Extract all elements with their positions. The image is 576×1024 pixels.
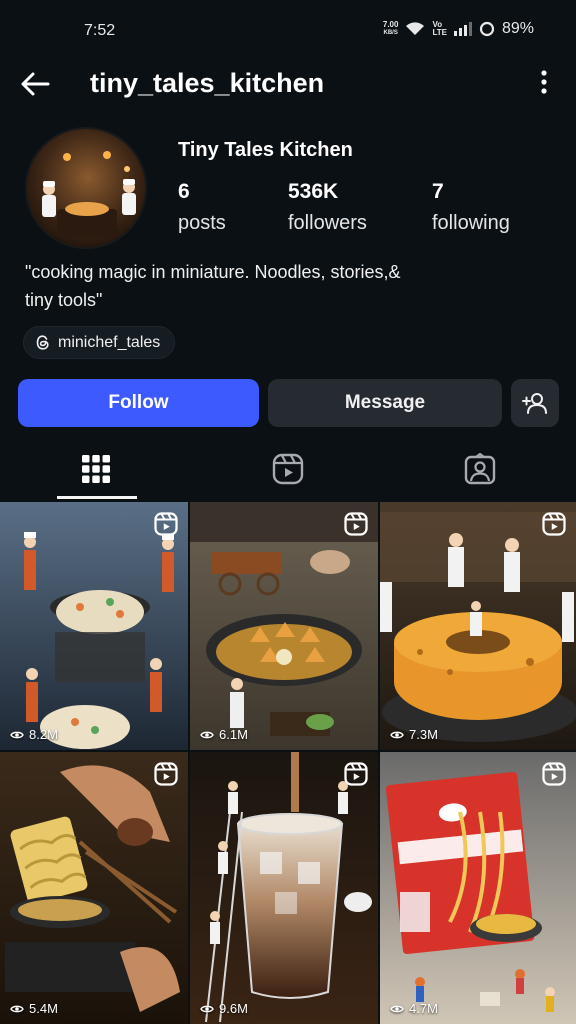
threads-link[interactable]: minichef_tales <box>23 326 176 359</box>
stat-followers-label: followers <box>288 212 367 234</box>
post-image <box>380 752 576 1024</box>
view-count: 4.7M <box>390 1001 438 1016</box>
view-count: 7.3M <box>390 727 438 742</box>
reels-icon <box>542 762 566 786</box>
profile-tabs <box>0 438 576 500</box>
tab-tagged[interactable] <box>384 438 576 500</box>
stat-posts-label: posts <box>178 212 226 234</box>
avatar[interactable] <box>25 127 147 249</box>
tab-posts[interactable] <box>0 438 192 500</box>
post-thumbnail[interactable]: 4.7M <box>380 752 576 1024</box>
status-icons: 7.00 KB/S Vo LTE 89% <box>383 20 534 38</box>
stat-posts-count: 6 <box>178 180 190 203</box>
bio-line: tiny tools" <box>25 290 103 310</box>
battery-icon <box>479 21 495 37</box>
profile-header: tiny_tales_kitchen <box>0 62 576 106</box>
view-count: 5.4M <box>10 1001 58 1016</box>
reels-icon <box>272 453 304 485</box>
post-image <box>0 752 188 1024</box>
post-image <box>190 752 378 1024</box>
threads-handle: minichef_tales <box>58 333 161 351</box>
back-arrow-icon[interactable] <box>18 68 54 100</box>
post-thumbnail[interactable]: 5.4M <box>0 752 188 1024</box>
bio: "cooking magic in miniature. Noodles, st… <box>25 258 545 314</box>
status-time: 7:52 <box>84 22 116 39</box>
active-tab-indicator <box>57 496 137 499</box>
eye-icon <box>390 1005 404 1012</box>
view-count: 9.6M <box>200 1001 248 1016</box>
display-name: Tiny Tales Kitchen <box>178 139 353 161</box>
more-options-icon[interactable] <box>534 68 554 98</box>
post-image <box>190 502 378 750</box>
username-title: tiny_tales_kitchen <box>90 68 325 98</box>
stat-posts[interactable]: 6 posts <box>178 180 226 235</box>
wifi-icon <box>406 22 425 35</box>
avatar-image <box>27 129 145 247</box>
eye-icon <box>10 1005 24 1012</box>
view-count: 6.1M <box>200 727 248 742</box>
bio-line: "cooking magic in miniature. Noodles, st… <box>25 262 401 282</box>
reels-icon <box>542 512 566 536</box>
post-image <box>380 502 576 750</box>
tagged-icon <box>464 453 496 485</box>
status-bar: 7:52 7.00 KB/S Vo LTE 89% <box>0 0 576 62</box>
post-thumbnail[interactable]: 9.6M <box>190 752 378 1024</box>
network-speed: 7.00 KB/S <box>382 20 399 37</box>
post-thumbnail[interactable]: 6.1M <box>190 502 378 750</box>
view-count: 8.2M <box>10 727 58 742</box>
reels-icon <box>154 512 178 536</box>
stat-following-label: following <box>432 212 510 234</box>
post-image <box>0 502 188 750</box>
suggested-users-button[interactable] <box>511 379 559 427</box>
message-button[interactable]: Message <box>268 379 502 427</box>
reels-icon <box>344 512 368 536</box>
eye-icon <box>200 1005 214 1012</box>
signal-icon <box>453 22 472 36</box>
reels-icon <box>154 762 178 786</box>
stat-followers-count: 536K <box>288 180 339 203</box>
stat-following-count: 7 <box>432 180 444 203</box>
eye-icon <box>200 731 214 738</box>
add-person-icon <box>522 393 547 414</box>
volte-indicator: Vo LTE <box>432 20 447 37</box>
threads-icon <box>36 335 49 350</box>
grid-icon <box>82 455 110 483</box>
follow-button[interactable]: Follow <box>18 379 259 427</box>
post-grid: 8.2M 6.1M 7.3M 5.4M 9.6M 4.7M <box>0 502 576 1024</box>
tab-reels[interactable] <box>192 438 384 500</box>
stat-following[interactable]: 7 following <box>432 180 510 235</box>
stat-followers[interactable]: 536K followers <box>288 180 367 235</box>
eye-icon <box>10 731 24 738</box>
reels-icon <box>344 762 368 786</box>
battery-percent: 89% <box>501 20 534 37</box>
post-thumbnail[interactable]: 8.2M <box>0 502 188 750</box>
eye-icon <box>390 731 404 738</box>
post-thumbnail[interactable]: 7.3M <box>380 502 576 750</box>
